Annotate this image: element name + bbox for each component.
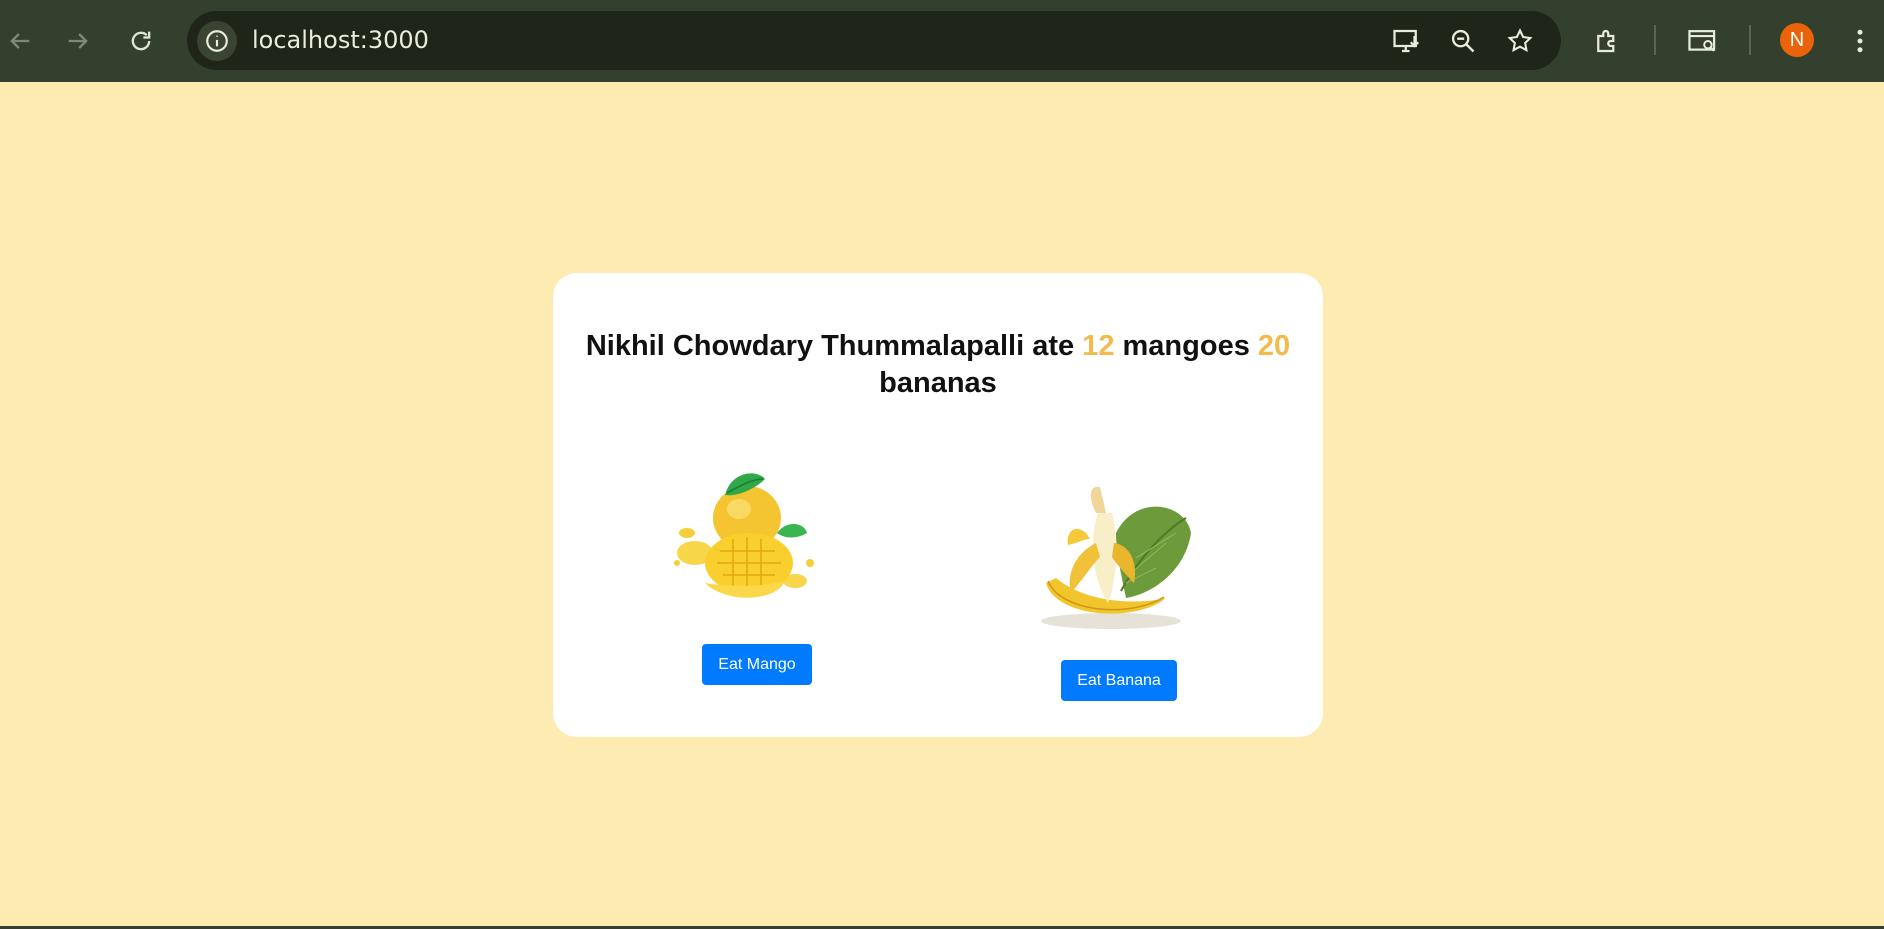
mango-image: [665, 463, 825, 613]
menu-button[interactable]: [1840, 21, 1880, 61]
reload-icon: [131, 31, 151, 51]
toolbar-divider: [1749, 25, 1751, 55]
bookmark-button[interactable]: [1500, 21, 1540, 61]
fruit-card: Nikhil Chowdary Thummalapalli ate 12 man…: [553, 273, 1323, 737]
reload-button[interactable]: [121, 21, 161, 61]
banana-image: [1026, 473, 1196, 633]
install-app-button[interactable]: [1387, 21, 1427, 61]
more-vert-icon: [1857, 29, 1863, 53]
mangoes-word: mangoes: [1122, 330, 1250, 362]
url-text: localhost:3000: [252, 26, 429, 54]
zoom-button[interactable]: [1443, 21, 1483, 61]
info-icon: [206, 30, 228, 52]
arrow-right-icon: [68, 33, 88, 49]
back-button[interactable]: [0, 21, 40, 61]
address-bar[interactable]: localhost:3000: [187, 11, 1561, 70]
eat-mango-button[interactable]: Eat Mango: [702, 644, 812, 685]
site-info-button[interactable]: [197, 21, 237, 61]
zoom-out-icon: [1451, 29, 1475, 53]
bananas-word: bananas: [879, 367, 997, 399]
toolbar-divider: [1654, 25, 1656, 55]
star-icon: [1507, 28, 1533, 53]
extensions-button[interactable]: [1587, 21, 1627, 61]
browser-toolbar: localhost:3000 N: [0, 0, 1884, 82]
puzzle-icon: [1597, 29, 1615, 53]
banana-count: 20: [1257, 330, 1291, 362]
tab-search-icon: [1688, 30, 1716, 52]
mango-count: 12: [1082, 330, 1115, 362]
install-icon: [1393, 29, 1420, 53]
ate-word: ate: [1032, 330, 1075, 362]
eat-banana-button[interactable]: Eat Banana: [1061, 660, 1177, 701]
profile-avatar[interactable]: N: [1780, 23, 1814, 57]
forward-button[interactable]: [58, 21, 98, 61]
person-name: Nikhil Chowdary Thummalapalli: [585, 330, 1025, 362]
arrow-left-icon: [10, 33, 30, 49]
tab-search-button[interactable]: [1683, 21, 1723, 61]
fruit-summary-heading: Nikhil Chowdary Thummalapalli ate 12 man…: [573, 328, 1303, 402]
